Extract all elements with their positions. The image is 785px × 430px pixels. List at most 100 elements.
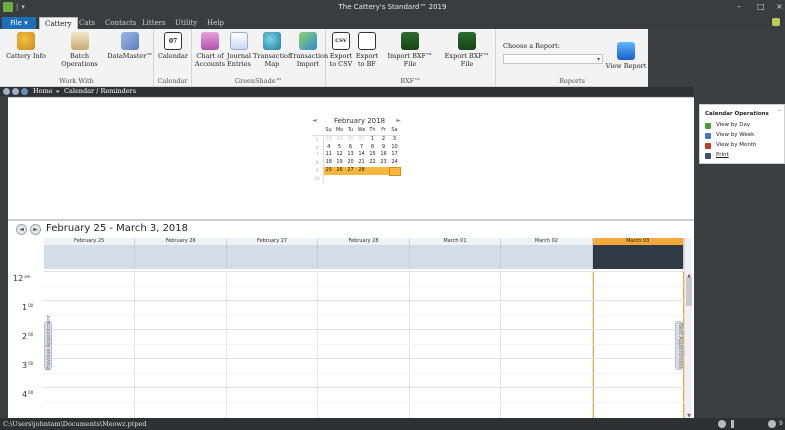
scrollbar-thumb[interactable] [686, 278, 692, 306]
mini-calendar-day[interactable]: 18 [323, 159, 334, 167]
forward-button[interactable] [12, 88, 19, 95]
day-body-column[interactable] [135, 271, 227, 430]
all-day-cell[interactable] [226, 245, 319, 269]
transaction-import-button[interactable]: Transaction Import [289, 32, 328, 68]
print-link[interactable]: Print [705, 152, 729, 159]
breadcrumb-home[interactable]: Home [33, 87, 53, 95]
mini-calendar-day[interactable]: 2 [378, 135, 389, 143]
all-day-cell[interactable] [592, 245, 684, 269]
mini-calendar-day[interactable] [367, 167, 378, 176]
breadcrumb-current[interactable]: Calendar / Reminders [64, 87, 136, 95]
help-icon[interactable] [772, 18, 780, 26]
all-day-cell[interactable] [44, 245, 136, 269]
cattery-info-button[interactable]: Cattery Info [2, 32, 50, 60]
view-by-day-link[interactable]: View by Day [705, 122, 750, 129]
mini-calendar-day[interactable] [378, 167, 389, 176]
batch-operations-button[interactable]: Batch Operations [51, 32, 108, 68]
mini-calendar-day[interactable]: 6 [345, 144, 356, 152]
all-day-cell[interactable] [501, 245, 593, 269]
minimize-button[interactable]: – [737, 2, 741, 11]
tab-help[interactable]: Help [202, 17, 229, 29]
day-body-column[interactable] [227, 271, 319, 430]
mini-calendar-day[interactable]: 12 [334, 151, 345, 159]
mini-calendar-day[interactable] [388, 166, 401, 176]
day-header[interactable]: February 28 [318, 238, 410, 245]
export-csv-button[interactable]: CSV Export to CSV [328, 32, 354, 68]
day-body-column[interactable] [501, 271, 593, 430]
mini-calendar-day[interactable]: 21 [356, 159, 367, 167]
mini-calendar-day[interactable]: 27 [345, 167, 356, 176]
all-day-cell[interactable] [318, 245, 410, 269]
mini-calendar-day[interactable] [367, 175, 378, 183]
day-header[interactable]: March 01 [409, 238, 502, 245]
day-body-column[interactable] [592, 271, 684, 430]
tab-cats[interactable]: Cats [74, 17, 100, 29]
mini-calendar-day[interactable]: 19 [334, 159, 345, 167]
mini-calendar-day[interactable] [323, 175, 334, 183]
maximize-button[interactable]: □ [757, 2, 765, 11]
mini-calendar-day[interactable] [334, 175, 345, 183]
mini-calendar-day[interactable]: 28 [323, 135, 334, 143]
view-report-button[interactable]: View Report [604, 32, 648, 70]
day-header[interactable]: March 03 [592, 238, 684, 245]
mini-calendar-day[interactable] [389, 175, 400, 183]
calendar-prev-button[interactable]: ◄ [16, 224, 27, 235]
mini-calendar-day[interactable] [356, 175, 367, 183]
mini-calendar-prev-button[interactable]: ◄ [312, 116, 317, 126]
all-day-cell[interactable] [135, 245, 227, 269]
view-by-week-link[interactable]: View by Week [705, 132, 754, 139]
mini-calendar[interactable]: ◄ February 2018 ► Su Mo Tu We Th Fr Sa 5 28 29 30 3… [312, 116, 407, 184]
mini-calendar-day[interactable]: 26 [334, 167, 345, 176]
close-button[interactable]: × [776, 2, 783, 11]
calendar-next-button[interactable]: ► [30, 224, 41, 235]
tab-contacts[interactable]: Contacts [100, 17, 141, 29]
day-body-column[interactable] [410, 271, 502, 430]
calendar-button[interactable]: 07 Calendar [156, 32, 190, 60]
mini-calendar-day[interactable]: 16 [378, 151, 389, 159]
mini-calendar-day[interactable]: 22 [367, 159, 378, 167]
zoom-in-icon[interactable] [768, 420, 776, 428]
mini-calendar-day[interactable]: 8 [367, 144, 378, 152]
mini-calendar-day[interactable]: 20 [345, 159, 356, 167]
file-menu-button[interactable]: File ▾ [2, 17, 36, 29]
import-bxf-button[interactable]: Import BXF™ File [382, 32, 438, 68]
chart-of-accounts-button[interactable]: Chart of Accounts [194, 32, 226, 68]
mini-calendar-day[interactable] [378, 175, 389, 183]
mini-calendar-day[interactable]: 25 [323, 167, 334, 176]
previous-appointment-button[interactable]: Previous Appointment [44, 315, 52, 370]
view-by-month-link[interactable]: View by Month [705, 142, 757, 149]
tab-litters[interactable]: Litters [137, 17, 171, 29]
mini-calendar-day[interactable]: 14 [356, 151, 367, 159]
export-bf-button[interactable]: Export to BF [354, 32, 380, 68]
mini-calendar-day[interactable] [345, 175, 356, 183]
mini-calendar-day[interactable]: 5 [334, 144, 345, 152]
mini-calendar-day[interactable]: 29 [334, 135, 345, 143]
zoom-out-icon[interactable] [718, 420, 726, 428]
next-appointment-button[interactable]: Next Appointment [675, 321, 683, 370]
collapse-icon[interactable]: ˆ [778, 110, 781, 117]
day-body-column[interactable] [318, 271, 410, 430]
day-body-column[interactable] [44, 271, 136, 430]
mini-calendar-day[interactable]: 15 [367, 151, 378, 159]
mini-calendar-day[interactable]: 30 [345, 135, 356, 143]
mini-calendar-day[interactable]: 11 [323, 151, 334, 159]
all-day-cell[interactable] [409, 245, 502, 269]
tab-utility[interactable]: Utility [170, 17, 202, 29]
home-icon[interactable] [21, 88, 28, 95]
mini-calendar-day[interactable]: 9 [378, 144, 389, 152]
tab-cattery[interactable]: Cattery [39, 17, 78, 29]
datamaster-button[interactable]: DataMaster™ [106, 32, 154, 60]
mini-calendar-next-button[interactable]: ► [396, 116, 401, 126]
day-header[interactable]: March 02 [501, 238, 593, 245]
mini-calendar-day[interactable]: 4 [323, 144, 334, 152]
mini-calendar-day[interactable]: 17 [389, 151, 400, 159]
mini-calendar-day[interactable]: 13 [345, 151, 356, 159]
export-bxf-button[interactable]: Export BXF™ File [438, 32, 496, 68]
report-select[interactable]: ▾ [503, 54, 603, 64]
mini-calendar-day[interactable]: 31 [356, 135, 367, 143]
calendar-scrollbar[interactable]: ▲ ▼ [684, 238, 692, 420]
mini-calendar-day[interactable]: 10 [389, 144, 400, 152]
mini-calendar-day[interactable]: 7 [356, 144, 367, 152]
day-header[interactable]: February 25 [44, 238, 136, 245]
mini-calendar-day[interactable]: 24 [389, 159, 400, 167]
